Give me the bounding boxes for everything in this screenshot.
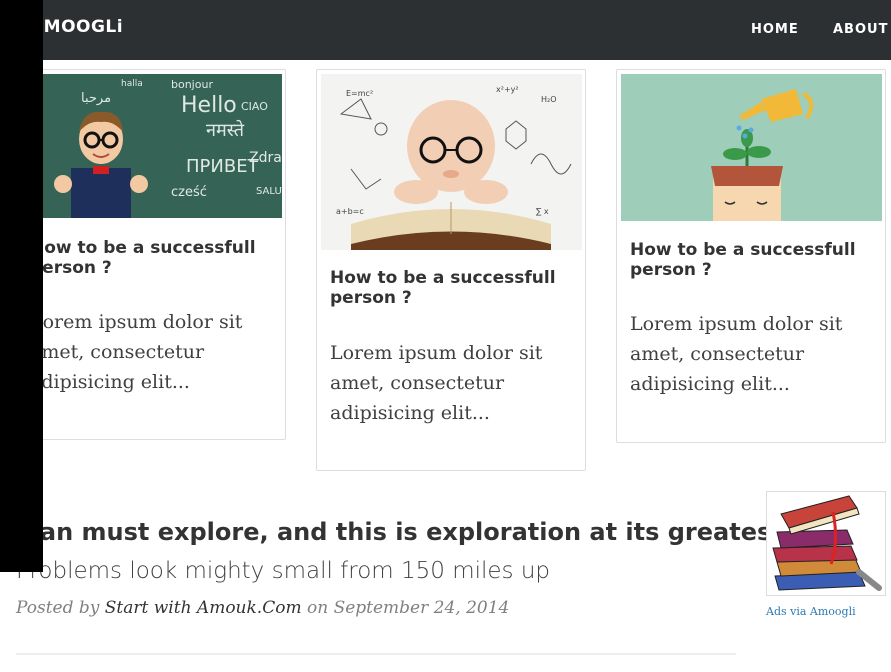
post-date: September 24, 2014: [333, 598, 510, 618]
post-meta: Posted by Start with Amouk.Com on Septem…: [16, 598, 509, 618]
svg-text:x²+y²: x²+y²: [496, 85, 519, 94]
ad-caption-link[interactable]: Ads via Amoogli: [766, 605, 856, 618]
chalk-word-10: SALUT: [256, 186, 282, 197]
chalk-word-5: CIAO: [241, 100, 268, 113]
baby-book-illustration: E=mc² x²+y² H₂O a+b=c ∑ x: [321, 74, 582, 250]
card-3-title[interactable]: How to be a successfull person ?: [630, 240, 870, 280]
svg-text:∑ x: ∑ x: [536, 207, 549, 216]
post-title[interactable]: Man must explore, and this is exploratio…: [16, 518, 783, 546]
post-author-link[interactable]: Start with Amouk.Com: [105, 598, 302, 618]
chalk-word-7: Zdravo: [249, 150, 282, 166]
nav-home-link[interactable]: HOME: [751, 22, 799, 37]
chalk-word-2: bonjour: [171, 78, 213, 91]
card-2-title[interactable]: How to be a successfull person ?: [330, 268, 570, 308]
card-1-title[interactable]: How to be a successfull person ?: [30, 238, 270, 278]
books-stack-icon: [767, 492, 885, 595]
nav-about-link[interactable]: ABOUT: [833, 22, 888, 37]
chalk-word-3: Hello: [181, 93, 237, 118]
chalkboard-kid-illustration: halla bonjour Hello नमस्ते CIAO ПРИВЕТ Z…: [21, 74, 282, 218]
card-2-image: E=mc² x²+y² H₂O a+b=c ∑ x: [321, 74, 582, 250]
card-1-excerpt: Lorem ipsum dolor sit amet, consectetur …: [30, 311, 243, 393]
ad-image[interactable]: [766, 491, 886, 596]
post-meta-on: on: [306, 598, 329, 618]
growing-mind-illustration: [621, 74, 882, 221]
svg-text:a+b=c: a+b=c: [336, 207, 364, 216]
chalk-word-4: नमस्ते: [206, 119, 245, 141]
card-3-image: [621, 74, 882, 221]
chalk-word-9: مرحبا: [81, 91, 111, 106]
post-card-1[interactable]: halla bonjour Hello नमस्ते CIAO ПРИВЕТ Z…: [16, 69, 286, 440]
overlay-sidebar: [0, 0, 43, 572]
card-1-image: halla bonjour Hello नमस्ते CIAO ПРИВЕТ Z…: [21, 74, 282, 218]
card-2-excerpt: Lorem ipsum dolor sit amet, consectetur …: [330, 342, 543, 424]
card-3-excerpt: Lorem ipsum dolor sit amet, consectetur …: [630, 313, 843, 395]
post-card-2[interactable]: E=mc² x²+y² H₂O a+b=c ∑ x How to be a su…: [316, 69, 586, 471]
chalk-word-1: halla: [121, 79, 143, 89]
post-subtitle[interactable]: Problems look mighty small from 150 mile…: [16, 558, 550, 584]
navbar: AMOOGLi HOME ABOUT: [0, 0, 891, 60]
svg-text:H₂O: H₂O: [541, 95, 557, 104]
brand-logo[interactable]: AMOOGLi: [30, 17, 123, 37]
svg-text:E=mc²: E=mc²: [346, 89, 373, 98]
post-meta-prefix: Posted by: [16, 598, 100, 618]
chalk-word-8: cześć: [171, 185, 207, 200]
post-divider: [16, 653, 736, 655]
post-card-3[interactable]: How to be a successfull person ? Lorem i…: [616, 69, 886, 443]
